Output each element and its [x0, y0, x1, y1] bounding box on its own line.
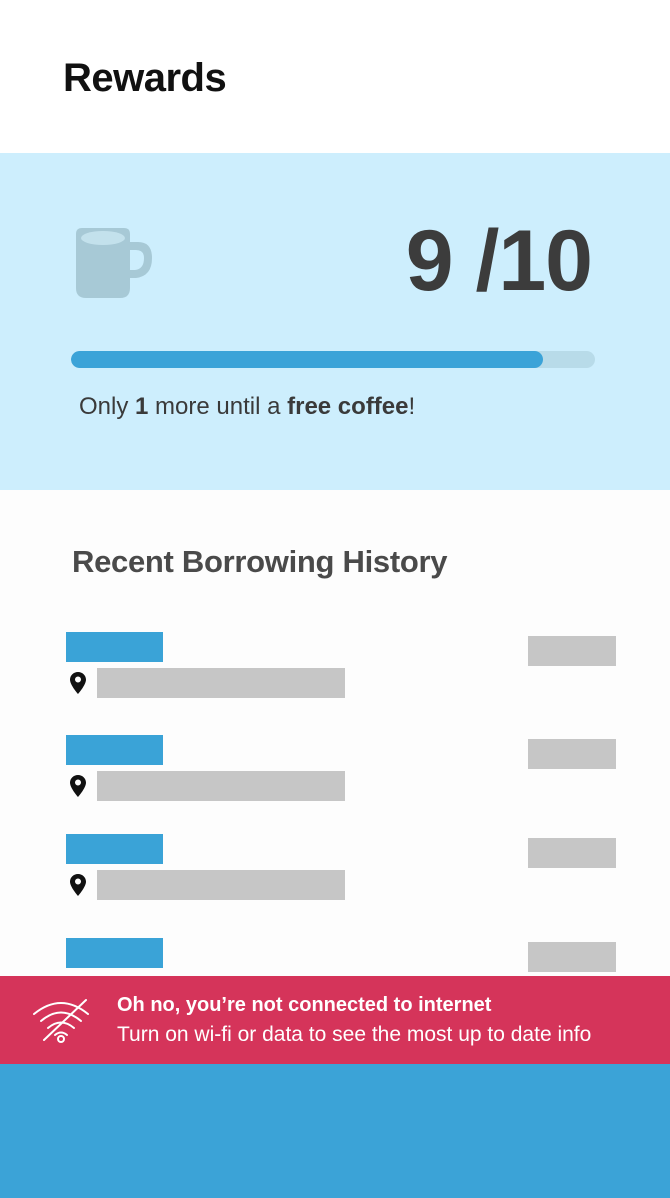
app-header: Rewards: [0, 0, 670, 153]
stamp-count: 9 /10: [405, 213, 593, 309]
history-item-date-placeholder: [528, 838, 616, 868]
rewards-card: [0, 153, 670, 490]
coffee-mug-icon: [76, 228, 152, 298]
history-item-location-placeholder: [97, 771, 345, 801]
progress-message-middle: more until a: [148, 393, 288, 420]
map-pin-icon: [70, 775, 86, 797]
history-item-date-placeholder: [528, 942, 616, 972]
history-item-title-placeholder: [66, 834, 163, 864]
offline-banner: [0, 976, 670, 1064]
page-title: Rewards: [63, 56, 227, 100]
wifi-off-icon: [33, 999, 89, 1043]
reward-name: free coffee: [287, 393, 409, 420]
history-item[interactable]: [0, 735, 670, 825]
history-item-location-placeholder: [97, 870, 345, 900]
progress-message-prefix: Only: [79, 393, 136, 420]
history-item-date-placeholder: [528, 739, 616, 769]
history-item-title-placeholder: [66, 735, 163, 765]
progress-message-suffix: !: [408, 393, 416, 420]
history-item-date-placeholder: [528, 636, 616, 666]
rewards-progress-fill: [71, 351, 543, 368]
offline-banner-message: Turn on wi-fi or data to see the most up…: [117, 1023, 592, 1046]
offline-banner-title: Oh no, you’re not connected to internet: [117, 994, 492, 1016]
history-item-title-placeholder: [66, 938, 163, 968]
map-pin-icon: [70, 672, 86, 694]
history-item[interactable]: [0, 632, 670, 722]
history-item-location-placeholder: [97, 668, 345, 698]
history-item[interactable]: [0, 834, 670, 924]
map-pin-icon: [70, 874, 86, 896]
remaining-count: 1: [135, 393, 149, 420]
history-item-title-placeholder: [66, 632, 163, 662]
bottom-navigation-bar: [0, 1064, 670, 1198]
progress-message: Only 1 more until a free coffee!: [79, 393, 415, 421]
rewards-progress-bar: [71, 351, 595, 368]
section-title: Recent Borrowing History: [72, 544, 448, 579]
